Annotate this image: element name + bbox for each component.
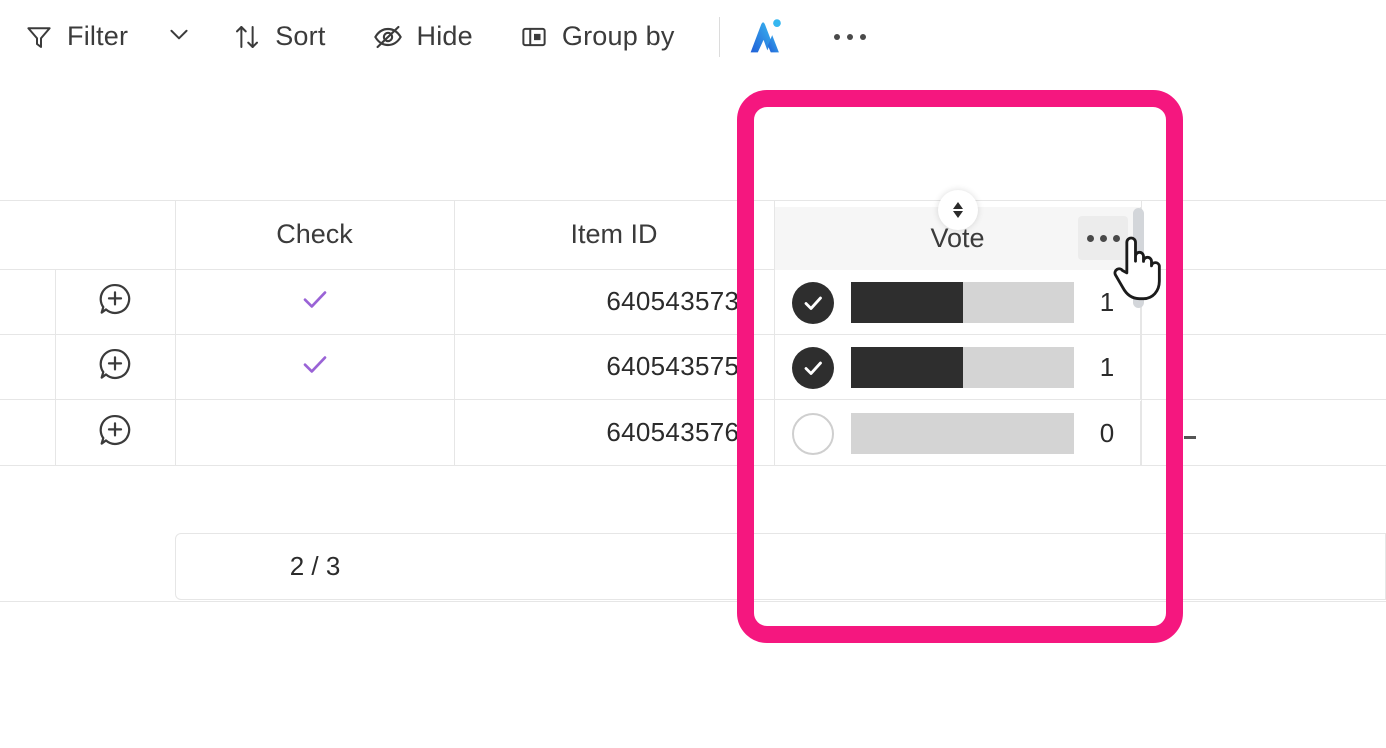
sort-button[interactable]: Sort (222, 15, 335, 58)
more-options-button[interactable] (826, 26, 874, 48)
item-id-value: 6405435761 (606, 417, 754, 448)
column-header-item-id[interactable]: Item ID (454, 200, 774, 269)
check-cell[interactable] (175, 399, 454, 465)
item-id-cell[interactable]: 6405435752 (454, 334, 754, 399)
vote-count: 0 (1074, 418, 1140, 449)
add-comment-icon[interactable] (96, 280, 134, 323)
column-menu-dot (1113, 235, 1120, 242)
vertical-scrollbar-thumb[interactable] (1133, 208, 1144, 308)
column-menu-dot (1087, 235, 1094, 242)
sort-updown-icon[interactable] (938, 190, 978, 230)
filter-icon (24, 22, 54, 52)
grid-hrule (0, 601, 1386, 602)
grid-summary-row: 2 / 3 (175, 533, 1386, 600)
vote-cell[interactable]: 1 (775, 270, 1141, 335)
vote-cell[interactable]: 1 (775, 335, 1141, 400)
item-id-cell[interactable]: 6405435738 (454, 269, 754, 334)
sort-icon (232, 22, 262, 52)
hide-label: Hide (417, 21, 473, 52)
item-id-value: 6405435752 (606, 351, 754, 382)
vote-toggle-checked-icon[interactable] (792, 282, 834, 324)
filter-button[interactable]: Filter (14, 15, 138, 58)
add-comment-cell[interactable] (55, 399, 175, 465)
view-toolbar: Filter Sort Hide (0, 0, 1386, 145)
vote-count: 1 (1074, 352, 1140, 383)
group-by-label: Group by (562, 21, 675, 52)
column-header-item-id-label: Item ID (570, 219, 657, 250)
partial-column-text (1184, 436, 1196, 439)
hide-eye-icon (372, 21, 404, 53)
add-comment-cell[interactable] (55, 334, 175, 399)
add-comment-cell[interactable] (55, 269, 175, 334)
group-by-icon (519, 22, 549, 52)
vote-cell[interactable]: 0 (775, 401, 1141, 466)
add-comment-icon[interactable] (96, 345, 134, 388)
column-menu-dot (1100, 235, 1107, 242)
sort-label: Sort (275, 21, 325, 52)
vote-progress-bar (851, 347, 1074, 388)
chevron-down-icon[interactable] (166, 21, 192, 52)
column-menu-button[interactable] (1078, 216, 1128, 260)
vote-toggle-checked-icon[interactable] (792, 347, 834, 389)
vote-progress-fill (851, 282, 963, 323)
toolbar-divider (719, 17, 720, 57)
check-summary-value[interactable]: 2 / 3 (176, 534, 454, 599)
filter-label: Filter (67, 21, 128, 52)
check-icon (299, 348, 331, 385)
check-cell[interactable] (175, 334, 454, 399)
add-comment-icon[interactable] (96, 411, 134, 454)
vote-progress-fill (851, 347, 963, 388)
check-cell[interactable] (175, 269, 454, 334)
vote-progress-bar (851, 413, 1074, 454)
more-options-dot (834, 34, 840, 40)
item-id-cell[interactable]: 6405435761 (454, 399, 754, 465)
item-id-value: 6405435738 (606, 286, 754, 317)
more-options-dot (847, 34, 853, 40)
more-options-dot (860, 34, 866, 40)
group-by-button[interactable]: Group by (509, 15, 685, 58)
airtable-ai-logo-icon[interactable] (742, 14, 788, 60)
vote-toggle-unchecked-icon[interactable] (792, 413, 834, 455)
check-icon (299, 283, 331, 320)
vote-count: 1 (1074, 287, 1140, 318)
column-header-check-label: Check (276, 219, 353, 250)
vote-progress-bar (851, 282, 1074, 323)
column-header-check[interactable]: Check (175, 200, 454, 269)
hide-fields-button[interactable]: Hide (362, 15, 483, 59)
grid-hrule (0, 465, 1386, 466)
